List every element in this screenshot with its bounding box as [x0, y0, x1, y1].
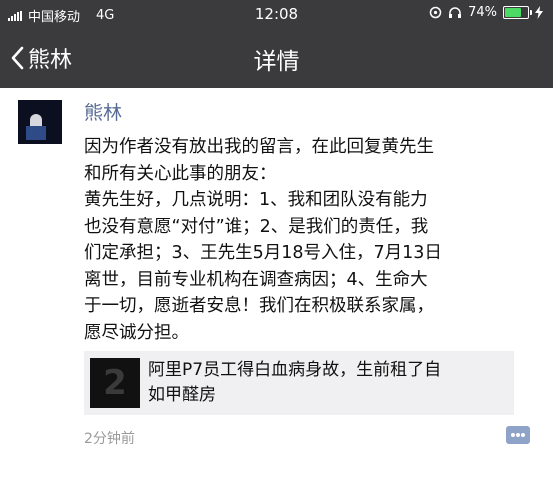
battery-percent: 74%	[468, 5, 497, 20]
author-name[interactable]: 熊林	[84, 98, 122, 125]
nav-bar: 熊林 详情	[0, 28, 553, 88]
post-detail: 熊林 因为作者没有放出我的留言，在此回复黄先生 和所有关心此事的朋友： 黄先生好…	[0, 88, 553, 481]
link-thumbnail: 2	[90, 358, 140, 408]
status-bar: 中国移动 4G 12:08 74%	[0, 0, 553, 28]
avatar[interactable]	[18, 100, 62, 144]
battery-fill	[505, 8, 521, 17]
link-title: 阿里P7员工得白血病身故，生前租了自 如甲醛房	[148, 360, 442, 405]
shared-link-card[interactable]: 2 阿里P7员工得白血病身故，生前租了自 如甲醛房	[84, 351, 514, 415]
alarm-icon	[429, 6, 442, 19]
post-message: 因为作者没有放出我的留言，在此回复黄先生 和所有关心此事的朋友： 黄先生好，几点…	[84, 137, 442, 343]
page-title: 详情	[253, 49, 300, 75]
status-right: 74%	[429, 5, 543, 20]
battery-icon	[503, 6, 532, 19]
post-timestamp: 2分钟前	[84, 431, 135, 447]
charging-icon	[535, 6, 543, 19]
comment-icon[interactable]	[506, 426, 530, 444]
headphones-icon	[449, 7, 462, 18]
